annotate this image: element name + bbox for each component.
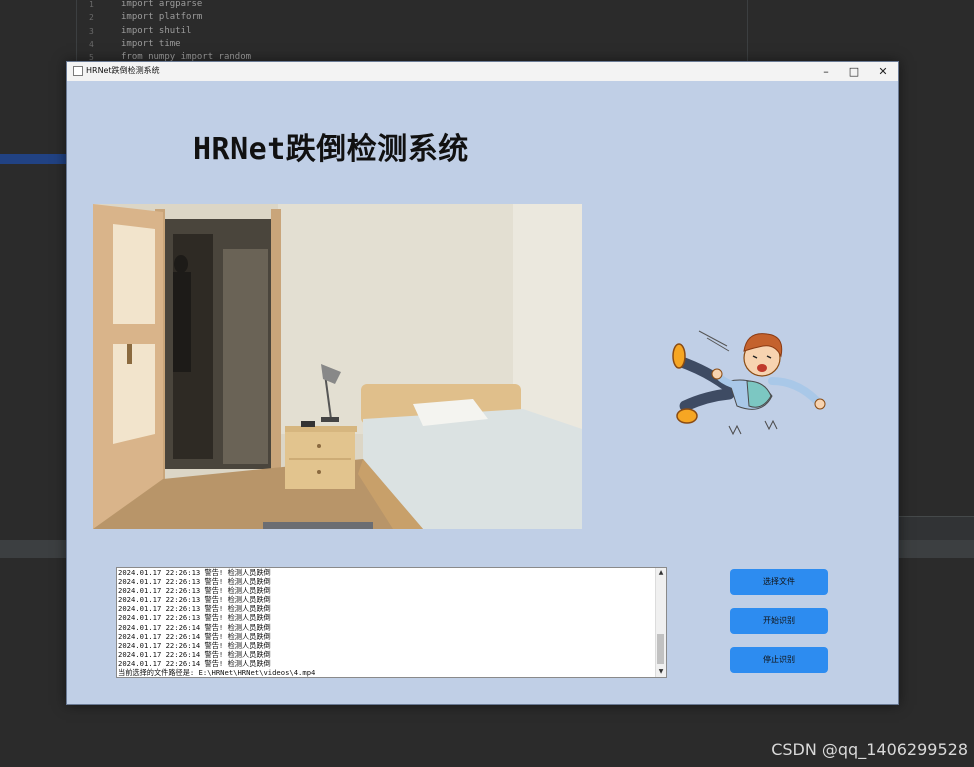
log-line: 2024.01.17 22:26:14 警告! 检测人员跌倒 <box>118 622 271 632</box>
log-lines: 2024.01.17 22:26:13 警告! 检测人员跌倒 2024.01.1… <box>118 568 656 678</box>
bedroom-frame <box>93 204 582 529</box>
line-number: 1 <box>89 0 94 9</box>
ide-gutter <box>0 0 76 560</box>
app-icon <box>73 66 83 76</box>
code-line: import shutil <box>121 26 192 36</box>
log-line: 2024.01.17 22:26:14 警告! 检测人员跌倒 <box>118 631 271 641</box>
watermark: CSDN @qq_1406299528 <box>771 740 968 759</box>
ide-selection-highlight <box>0 154 76 164</box>
line-number: 4 <box>89 40 94 49</box>
page-title: HRNet跌倒检测系统 <box>193 132 469 167</box>
code-line: import argparse <box>121 0 203 9</box>
code-line: import platform <box>121 12 203 22</box>
scrollbar-thumb[interactable] <box>657 634 664 664</box>
ide-tool-strip <box>898 516 974 541</box>
close-button[interactable]: ✕ <box>870 63 896 80</box>
code-line: import time <box>121 39 181 49</box>
log-line: 2024.01.17 22:26:13 警告! 检测人员跌倒 <box>118 604 271 614</box>
window-titlebar[interactable]: HRNet跌倒检测系统 – □ ✕ <box>67 62 898 81</box>
scroll-up-arrow-icon[interactable]: ▲ <box>656 568 666 578</box>
minimize-button[interactable]: – <box>813 63 839 80</box>
log-line: 2024.01.17 22:26:13 警告! 检测人员跌倒 <box>118 586 271 596</box>
log-scrollbar[interactable]: ▲ ▼ <box>655 568 666 677</box>
log-line: 2024.01.17 22:26:13 警告! 检测人员跌倒 <box>118 595 271 605</box>
start-detect-button[interactable]: 开始识别 <box>730 608 828 634</box>
select-file-button[interactable]: 选择文件 <box>730 569 828 595</box>
maximize-button[interactable]: □ <box>841 63 867 80</box>
log-line: 2024.01.17 22:26:14 警告! 检测人员跌倒 <box>118 649 271 659</box>
log-line: 2024.01.17 22:26:14 警告! 检测人员跌倒 <box>118 640 271 650</box>
log-line: 当前选择的文件路径是: E:\HRNet\HRNet\videos\4.mp4 <box>118 668 316 678</box>
log-line: 2024.01.17 22:26:13 警告! 检测人员跌倒 <box>118 577 271 587</box>
stop-detect-button[interactable]: 停止识别 <box>730 647 828 673</box>
log-output[interactable]: 2024.01.17 22:26:13 警告! 检测人员跌倒 2024.01.1… <box>116 567 667 678</box>
log-line: 2024.01.17 22:26:13 警告! 检测人员跌倒 <box>118 613 271 623</box>
scroll-down-arrow-icon[interactable]: ▼ <box>656 667 666 677</box>
line-number: 3 <box>89 27 94 36</box>
log-line: 2024.01.17 22:26:13 警告! 检测人员跌倒 <box>118 568 271 577</box>
app-window: HRNet跌倒检测系统 – □ ✕ HRNet跌倒检测系统 2024.01.17… <box>66 61 899 705</box>
falling-person-illustration <box>667 326 832 446</box>
video-display <box>93 204 582 529</box>
window-title: HRNet跌倒检测系统 <box>86 66 160 75</box>
log-line: 2024.01.17 22:26:14 警告! 检测人员跌倒 <box>118 658 271 668</box>
line-number: 2 <box>89 13 94 22</box>
